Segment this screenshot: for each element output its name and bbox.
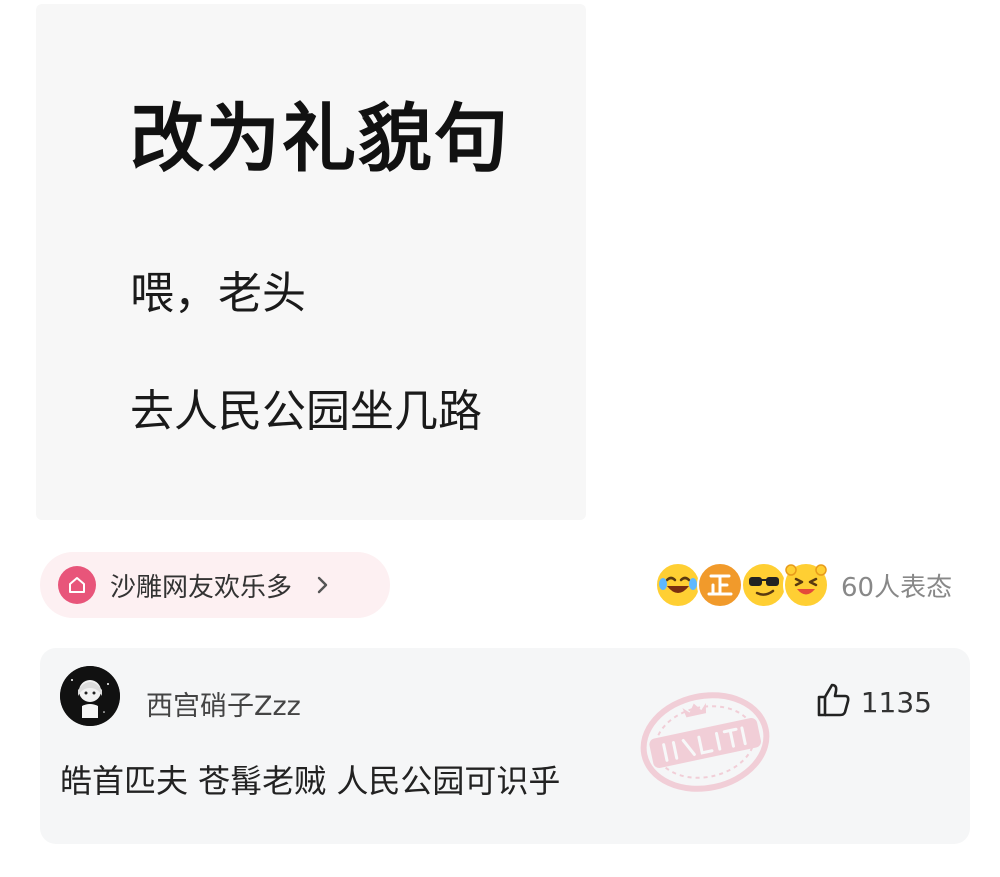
- top-comment[interactable]: 西宫硝子Zzz 1135 皓首匹夫 苍髯老贼 人民公园可识乎: [40, 648, 970, 844]
- post-page: 改为礼貌句 喂，老头 去人民公园坐几路 沙雕网友欢乐多 60人表态 西宫硝子Zz…: [0, 0, 1000, 877]
- chevron-right-icon: [316, 575, 330, 595]
- home-icon: [58, 566, 96, 604]
- image-line-1: 喂，老头: [130, 268, 306, 319]
- thumbs-up-icon: [813, 680, 853, 724]
- zheng-badge-emoji: [697, 562, 743, 608]
- image-line-2: 去人民公园坐几路: [130, 386, 482, 437]
- topic-pill[interactable]: 沙雕网友欢乐多: [40, 552, 390, 618]
- god-comment-stamp: [630, 684, 780, 800]
- topic-label: 沙雕网友欢乐多: [110, 572, 293, 603]
- reaction-emojis: [655, 560, 831, 610]
- reaction-count: 60人表态: [841, 572, 953, 603]
- comment-username[interactable]: 西宫硝子Zzz: [146, 684, 301, 723]
- image-title: 改为礼貌句: [130, 96, 510, 182]
- reactions-summary[interactable]: 60人表态: [655, 560, 952, 610]
- like-button[interactable]: 1135: [813, 680, 932, 724]
- sunglasses-emoji: [741, 562, 787, 608]
- comment-text: 皓首匹夫 苍髯老贼 人民公园可识乎: [60, 762, 561, 800]
- laughing-hands-emoji: [783, 562, 829, 608]
- laughing-tears-emoji: [655, 562, 701, 608]
- user-avatar[interactable]: [60, 666, 120, 726]
- like-count: 1135: [860, 685, 932, 719]
- post-image[interactable]: 改为礼貌句 喂，老头 去人民公园坐几路: [36, 4, 586, 520]
